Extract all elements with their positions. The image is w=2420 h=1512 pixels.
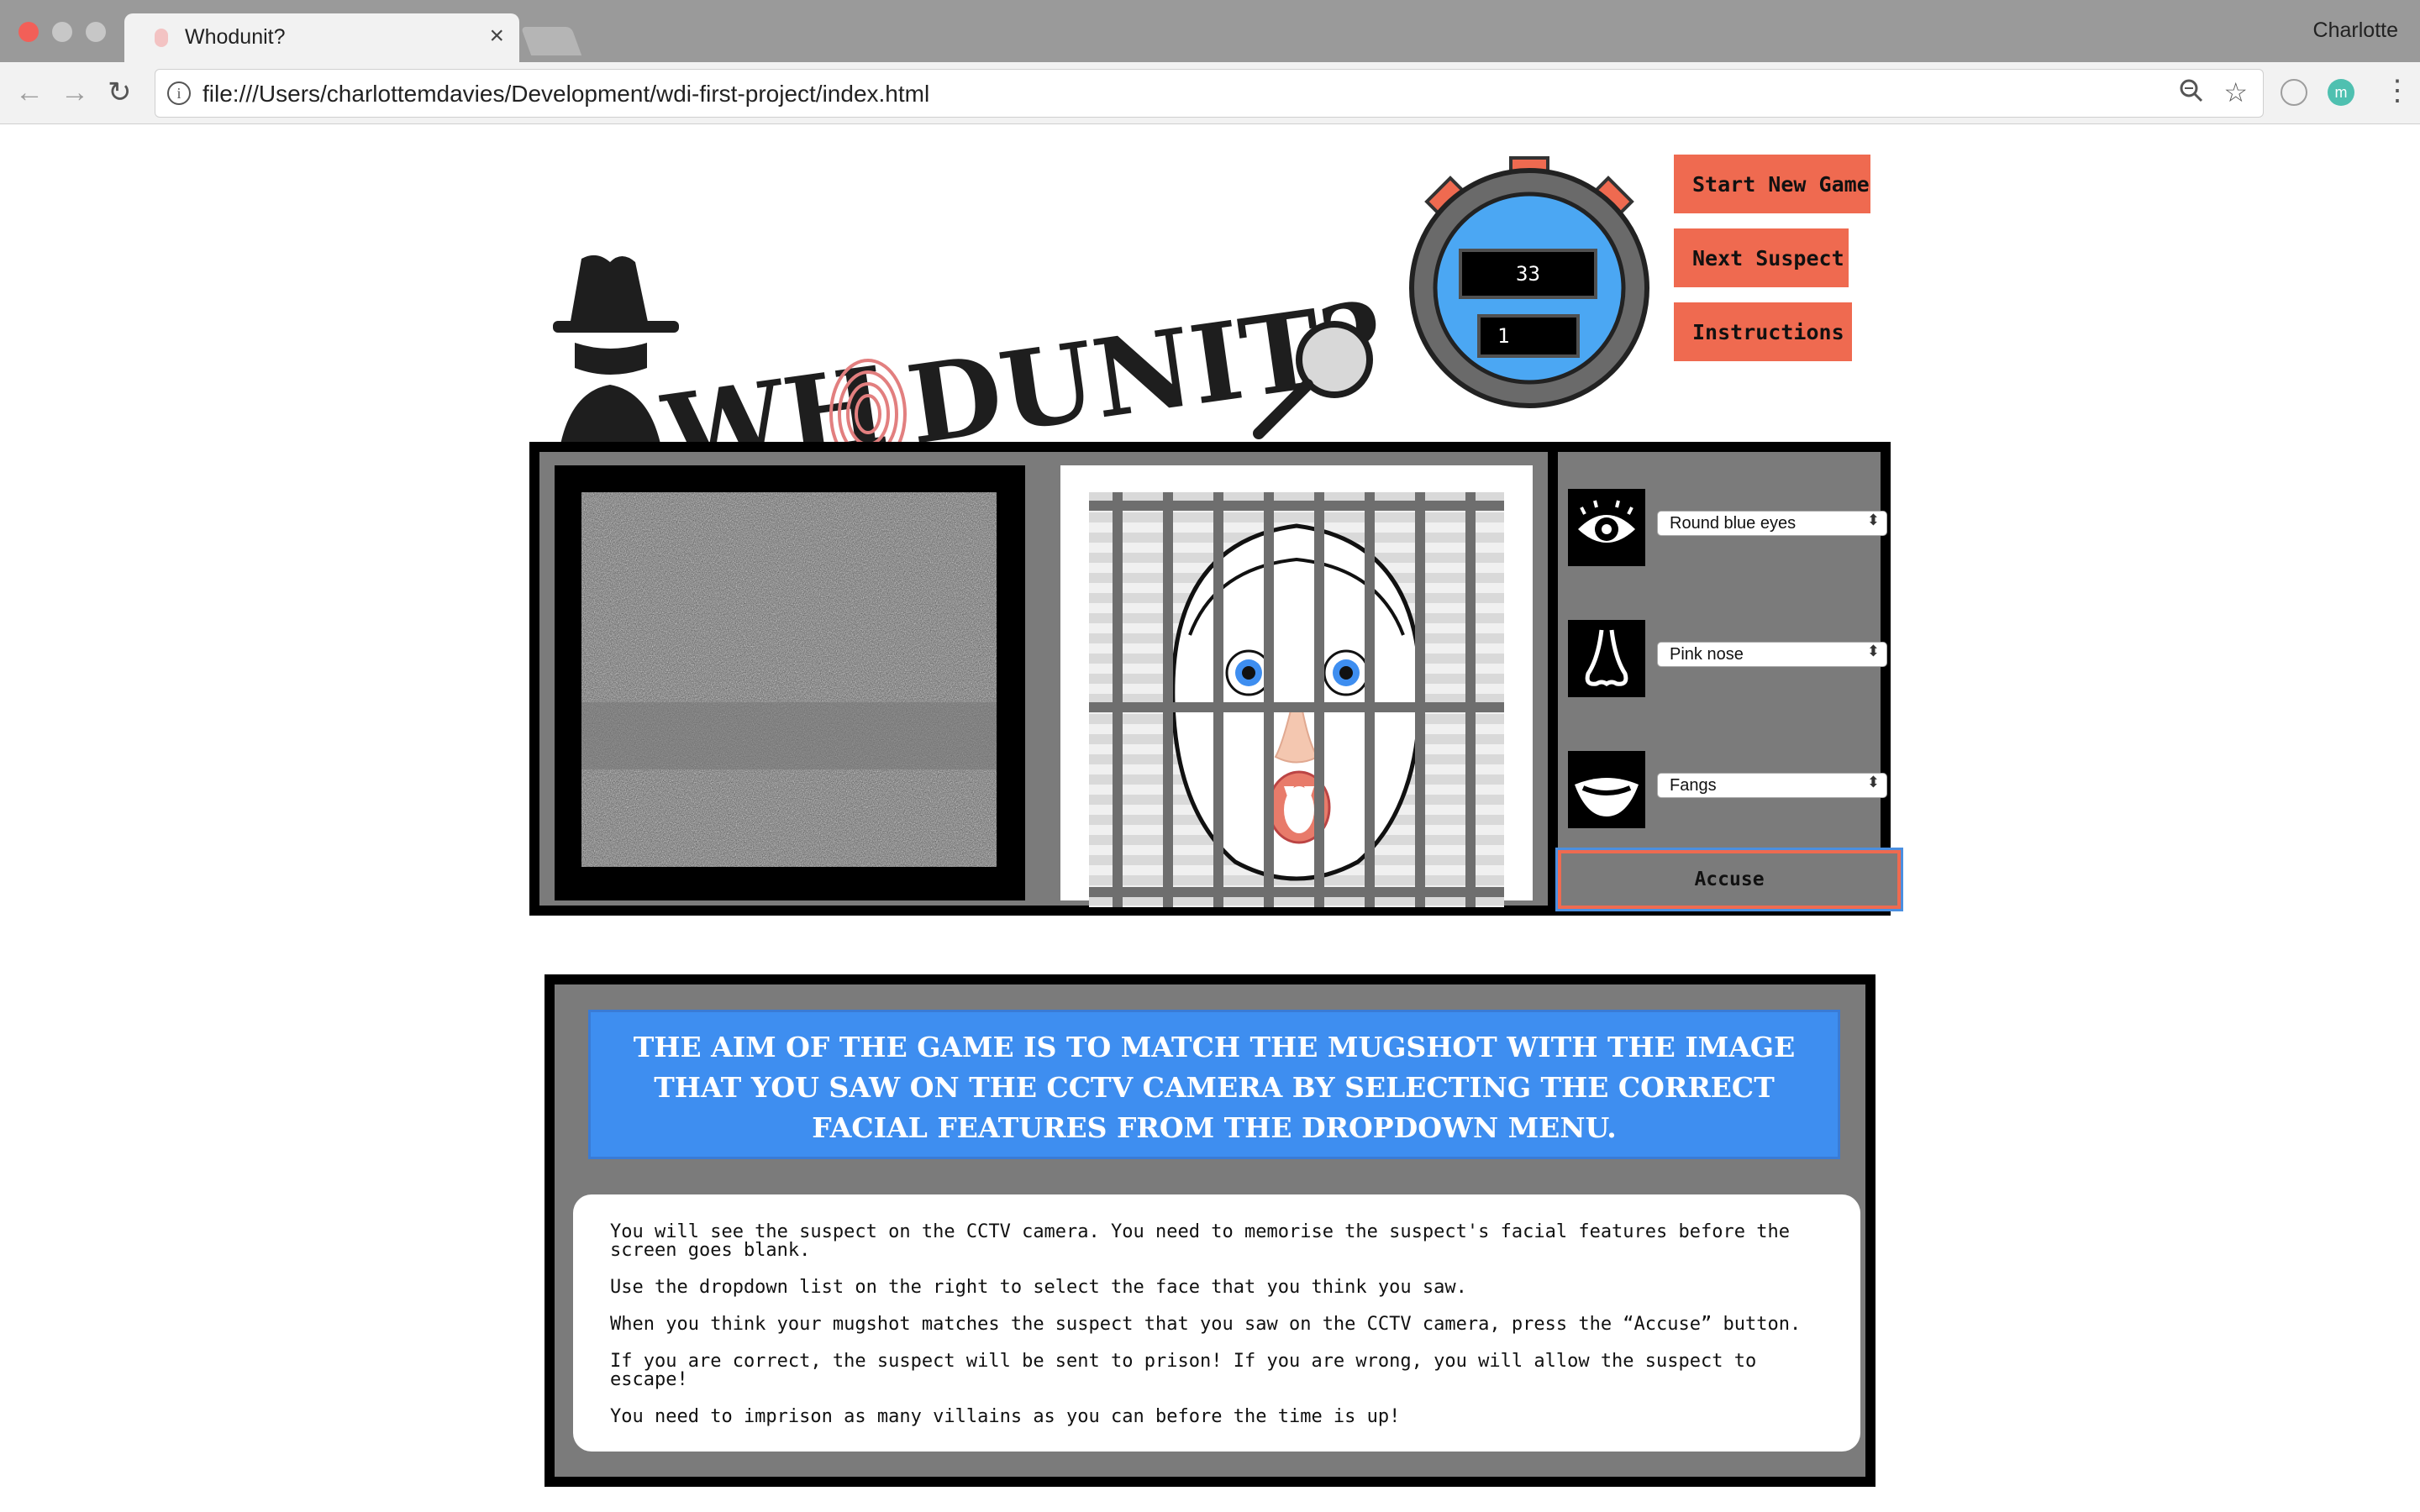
favicon-icon [155, 29, 168, 47]
maximize-window-button[interactable] [86, 22, 106, 42]
instructions-button[interactable]: Instructions [1674, 302, 1852, 361]
menu-icon[interactable]: ⋮ [2383, 74, 2412, 108]
nose-icon [1568, 620, 1645, 697]
extension-m-icon[interactable]: m [2328, 79, 2354, 106]
new-tab-button[interactable] [520, 27, 582, 55]
mouth-icon [1568, 751, 1645, 828]
stopwatch: 33 1 [1403, 141, 1655, 410]
select-arrow-icon: ⬍ [1866, 643, 1880, 659]
accuse-button[interactable]: Accuse [1555, 848, 1903, 911]
cctv-static [581, 492, 997, 867]
eye-icon [1568, 489, 1645, 566]
close-window-button[interactable] [18, 22, 39, 42]
nose-select[interactable]: Pink nose ⬍ [1657, 642, 1887, 667]
star-icon[interactable]: ☆ [2223, 76, 2248, 108]
browser-toolbar: ← → ↻ i file:///Users/charlottemdavies/D… [0, 62, 2420, 124]
cctv-screen [555, 465, 1025, 900]
nose-select-value: Pink nose [1670, 645, 1744, 664]
game-board: Round blue eyes ⬍ Pink nose ⬍ Fangs ⬍ Ac… [529, 442, 1903, 916]
eyes-select[interactable]: Round blue eyes ⬍ [1657, 511, 1887, 536]
forward-arrow-icon[interactable]: → [60, 76, 89, 109]
rule-text: You need to imprison as many villains as… [610, 1406, 1401, 1427]
eyes-select-value: Round blue eyes [1670, 514, 1797, 533]
aim-heading: The aim of the game is to match the mugs… [588, 1010, 1840, 1159]
mouth-select-value: Fangs [1670, 776, 1717, 795]
info-icon[interactable]: i [167, 81, 191, 105]
start-new-game-button[interactable]: Start New Game [1674, 155, 1870, 213]
tab-title: Whodunit? [185, 25, 286, 49]
score-display: 1 [1477, 314, 1580, 358]
mouth-select[interactable]: Fangs ⬍ [1657, 773, 1887, 798]
browser-tab[interactable]: Whodunit? × [124, 13, 519, 62]
page-content: WH DUNIT? 33 1 Start New Game Next Suspe… [0, 124, 2420, 1512]
select-arrow-icon: ⬍ [1866, 512, 1880, 528]
mugshot [1089, 492, 1504, 907]
tab-close-icon[interactable]: × [489, 22, 504, 50]
instructions-panel: The aim of the game is to match the mugs… [544, 974, 1876, 1487]
back-arrow-icon[interactable]: ← [15, 76, 44, 109]
browser-titlebar: Whodunit? × Charlotte [0, 0, 2420, 62]
select-arrow-icon: ⬍ [1866, 774, 1880, 790]
rules-box: You will see the suspect on the CCTV cam… [573, 1194, 1860, 1452]
reload-icon[interactable]: ↻ [108, 76, 132, 109]
minimize-window-button[interactable] [52, 22, 72, 42]
extension-icon[interactable] [2281, 79, 2307, 106]
next-suspect-button[interactable]: Next Suspect [1674, 228, 1849, 287]
board-divider [1548, 452, 1558, 906]
timer-display: 33 [1459, 249, 1597, 299]
zoom-icon[interactable] [2179, 78, 2204, 110]
address-bar[interactable]: i file:///Users/charlottemdavies/Develop… [155, 69, 2264, 118]
rule-text: Use the dropdown list on the right to se… [610, 1277, 1467, 1298]
mugshot-frame [1060, 465, 1533, 907]
url-text[interactable]: file:///Users/charlottemdavies/Developme… [203, 81, 929, 108]
rule-text: You will see the suspect on the CCTV cam… [610, 1221, 1790, 1261]
rule-text: If you are correct, the suspect will be … [610, 1351, 1757, 1390]
rule-text: When you think your mugshot matches the … [610, 1314, 1802, 1335]
profile-name[interactable]: Charlotte [2313, 18, 2398, 43]
